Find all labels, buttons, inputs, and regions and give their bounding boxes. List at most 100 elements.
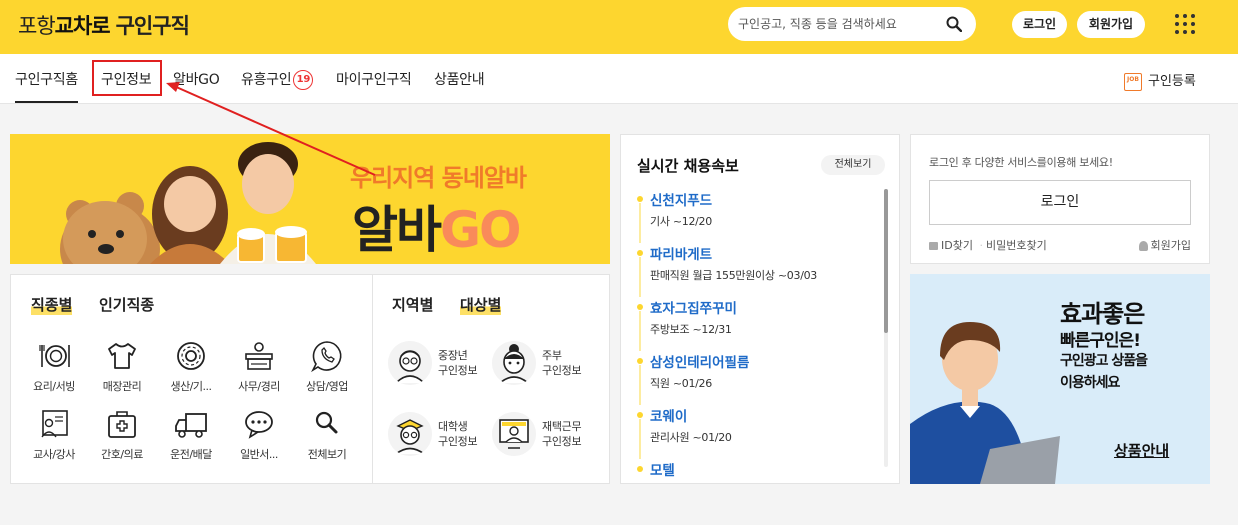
housewife-icon [492, 341, 536, 385]
ad-headline: 효과좋은 [1060, 300, 1145, 328]
adult-19-badge: 19 [293, 70, 314, 90]
user-icon [1138, 241, 1148, 251]
job-summary: 주방보조 ~12/31 [650, 323, 732, 336]
ad-line2: 빠른구인은! [1060, 331, 1141, 351]
company-name[interactable]: 코웨이 [650, 405, 687, 425]
list-item[interactable]: 삼성인테리어필름직원 ~01/26 [637, 351, 882, 405]
target-remote-work[interactable]: 재택근무 구인정보 [492, 412, 602, 462]
search-box [728, 7, 976, 41]
job-category-label: 사무/경리 [238, 380, 280, 393]
tab-popular-jobs[interactable]: 인기직종 [99, 294, 154, 315]
bullet-dot [637, 466, 643, 472]
job-category-driving[interactable]: 운전/배달 [161, 407, 221, 462]
job-category-label: 운전/배달 [170, 448, 212, 461]
login-button[interactable]: 로그인 [929, 180, 1191, 225]
nav-albago[interactable]: 알바GO [173, 69, 220, 89]
search-icon[interactable] [946, 16, 962, 32]
chat-icon [245, 411, 273, 439]
company-name[interactable]: 파리바게트 [650, 243, 712, 263]
join-link-label: 회원가입 [1150, 239, 1191, 252]
product-ad-banner[interactable]: 효과좋은 빠른구인은! 구인광고 상품을 이용하세요 상품안내 [910, 274, 1210, 484]
annotation-highlight-box [92, 60, 162, 96]
site-logo[interactable]: 포항교차로 구인구직 [18, 10, 190, 40]
bullet-dot [637, 358, 643, 364]
login-box: 로그인 후 다양한 서비스를이용해 보세요! 로그인 ID찾기 · 비밀번호찾기 … [910, 134, 1210, 264]
timeline-line [639, 419, 641, 459]
find-id-link[interactable]: ID찾기 [941, 239, 973, 252]
tab-by-job[interactable]: 직종별 [31, 294, 73, 315]
job-category-office[interactable]: 사무/경리 [229, 339, 289, 394]
tab-by-target[interactable]: 대상별 [460, 294, 502, 315]
list-item[interactable]: 파리바게트판매직원 월급 155만원이상 ~03/03 [637, 243, 882, 297]
nav-products[interactable]: 상품안내 [434, 69, 485, 89]
nav-entertainment[interactable]: 유흥구인 19 [241, 69, 314, 90]
target-senior[interactable]: 중장년 구인정보 [388, 341, 488, 391]
banner-title-part2: GO [440, 201, 522, 259]
target-line2: 구인정보 [542, 364, 582, 377]
company-name[interactable]: 모텔 [650, 459, 675, 479]
apps-menu-icon[interactable] [1175, 14, 1195, 34]
target-housewife[interactable]: 주부 구인정보 [492, 341, 592, 391]
banner-title: 알바GO [352, 190, 522, 262]
nav-home[interactable]: 구인구직홈 [15, 69, 78, 103]
job-register-icon: JOB [1124, 72, 1142, 91]
list-item[interactable]: 효자그집쭈꾸미주방보조 ~12/31 [637, 297, 882, 351]
target-line2: 구인정보 [438, 435, 478, 448]
phone-icon [311, 341, 342, 373]
company-name[interactable]: 삼성인테리어필름 [650, 351, 749, 371]
job-summary: 판매직원 월급 155만원이상 ~03/03 [650, 269, 818, 282]
separator-dot: · [979, 239, 983, 252]
tab-by-region[interactable]: 지역별 [392, 294, 433, 315]
dining-icon [39, 345, 70, 367]
job-category-label: 전체보기 [307, 448, 347, 461]
product-info-link[interactable]: 상품안내 [1114, 440, 1169, 461]
job-register-link[interactable]: JOB 구인등록 [1124, 70, 1196, 91]
company-name[interactable]: 효자그집쭈꾸미 [650, 297, 737, 317]
list-item[interactable]: 모텔 [637, 459, 882, 483]
header-join-button[interactable]: 회원가입 [1077, 11, 1145, 38]
logo-service: 구인구직 [115, 14, 190, 38]
timeline-line [639, 203, 641, 243]
site-header: 포항교차로구인구직 로그인 회원가입 [0, 0, 1238, 54]
find-password-link[interactable]: 비밀번호찾기 [986, 239, 1047, 252]
remote-worker-icon [492, 412, 536, 456]
job-category-label: 일반서... [240, 448, 278, 461]
job-summary: 직원 ~01/26 [650, 377, 712, 390]
ad-line3: 구인광고 상품을 [1060, 353, 1148, 369]
job-register-label: 구인등록 [1148, 74, 1196, 89]
list-item[interactable]: 신천지푸드 기사 ~12/20 [637, 189, 882, 243]
join-link[interactable]: 회원가입 [1138, 237, 1191, 253]
target-line1: 대학생 [438, 420, 468, 433]
target-line2: 구인정보 [542, 435, 582, 448]
job-category-consulting[interactable]: 상담/영업 [297, 339, 357, 394]
albago-banner[interactable]: 우리지역 동네알바 알바GO [10, 134, 610, 264]
job-category-view-all[interactable]: 전체보기 [297, 407, 357, 462]
job-category-cooking[interactable]: 요리/서빙 [24, 339, 84, 394]
realtime-title: 실시간 채용속보 [637, 157, 739, 175]
header-login-button[interactable]: 로그인 [1012, 11, 1067, 38]
logo-city: 포항 [18, 14, 56, 38]
realtime-scrollbar[interactable] [884, 189, 888, 467]
job-category-teacher[interactable]: 교사/강사 [24, 407, 84, 462]
list-item[interactable]: 코웨이 관리사원 ~01/20 [637, 405, 882, 459]
gear-icon [177, 342, 205, 370]
job-category-label: 요리/서빙 [33, 380, 75, 393]
job-category-general-service[interactable]: 일반서... [229, 407, 289, 462]
target-student[interactable]: 대학생 구인정보 [388, 412, 488, 462]
bullet-dot [637, 196, 643, 202]
category-divider [372, 275, 373, 483]
banner-title-part1: 알바 [352, 201, 442, 259]
job-category-production[interactable]: 생산/기... [161, 339, 221, 394]
realtime-view-all-button[interactable]: 전체보기 [821, 155, 885, 175]
scrollbar-thumb[interactable] [884, 189, 888, 333]
realtime-list: 신천지푸드 기사 ~12/20 파리바게트판매직원 월급 155만원이상 ~03/… [637, 189, 882, 483]
job-category-label: 간호/의료 [101, 448, 143, 461]
search-input[interactable] [738, 14, 943, 34]
main-nav: 구인구직홈 구인정보 알바GO 유흥구인 19 마이구인구직 상품안내 JOB 구인… [0, 54, 1238, 104]
nav-my-page[interactable]: 마이구인구직 [336, 69, 412, 89]
job-category-medical[interactable]: 간호/의료 [92, 407, 152, 462]
company-name[interactable]: 신천지푸드 [650, 189, 712, 209]
job-category-store[interactable]: 매장관리 [92, 339, 152, 394]
job-category-label: 생산/기... [170, 380, 212, 393]
category-panel: 직종별 인기직종 지역별 대상별 요리/서빙 매장관리 생산/기... 사무/경… [10, 274, 610, 484]
